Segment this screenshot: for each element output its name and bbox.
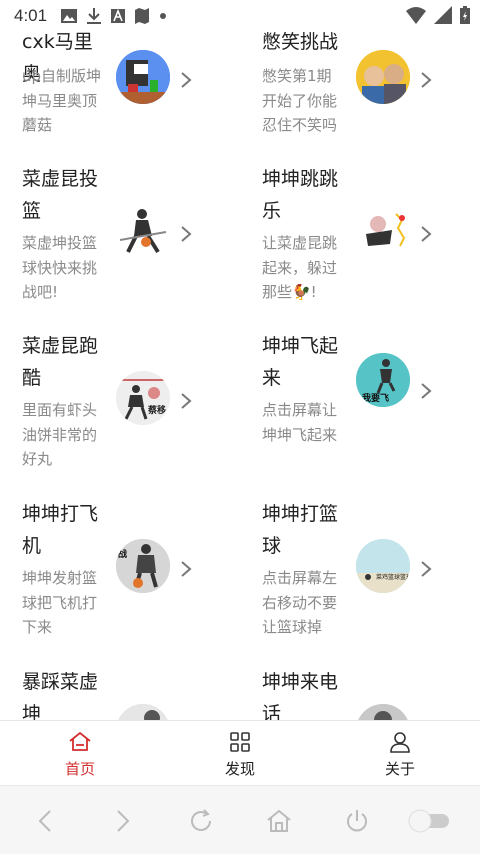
map-icon xyxy=(135,8,150,24)
game-thumbnail: 蔡移 xyxy=(116,371,170,425)
game-title: 坤坤跳跳乐 xyxy=(262,168,339,222)
chevron-right-icon xyxy=(421,72,432,88)
game-thumbnail xyxy=(356,50,410,104)
game-card-play-basketball[interactable]: 坤坤打篮球 点击屏幕左右移动不要让篮球掉 菜鸡篮球篮球 xyxy=(240,498,480,666)
game-thumbnail: 战 xyxy=(116,539,170,593)
refresh-icon xyxy=(191,809,211,831)
game-title: 坤坤飞起来 xyxy=(262,335,339,389)
power-icon xyxy=(347,810,367,832)
game-description: 坤坤发射篮球把飞机打下来 xyxy=(22,569,98,636)
chevron-right-icon xyxy=(181,393,192,409)
game-description: 让菜虚昆跳起来，躲过那些🐓! xyxy=(262,234,338,301)
app-a-icon xyxy=(111,9,126,23)
game-description: up自制版坤坤马里奥顶蘑菇 xyxy=(22,67,102,134)
thumbnail-caption: 蔡移 xyxy=(147,404,166,416)
back-icon xyxy=(38,810,51,832)
game-thumbnail xyxy=(356,704,410,720)
game-thumbnail xyxy=(116,704,170,720)
chevron-right-icon xyxy=(181,561,192,577)
game-description: 菜虚坤投篮球快快来挑战吧! xyxy=(22,234,98,301)
browser-nav-bar xyxy=(0,785,480,854)
chevron-right-icon xyxy=(421,226,432,242)
toggle-icon xyxy=(408,809,449,833)
back-button[interactable] xyxy=(30,806,60,836)
thumbnail-caption: 我要飞 xyxy=(362,392,389,404)
game-card-jump[interactable]: 坤坤跳跳乐 让菜虚昆跳起来，躲过那些🐓! xyxy=(240,163,480,331)
person-icon xyxy=(390,732,410,753)
game-card-fly[interactable]: 坤坤飞起来 点击屏幕让坤坤飞起来 我要飞 xyxy=(240,330,480,498)
notification-dot-icon xyxy=(160,13,167,19)
chevron-right-icon xyxy=(181,226,192,242)
game-card-shoot-plane[interactable]: 坤坤打飞机 坤坤发射篮球把飞机打下来 战 xyxy=(0,498,240,666)
game-description: 点击屏幕让坤坤飞起来 xyxy=(262,401,338,444)
game-title: 坤坤打飞机 xyxy=(22,503,99,557)
home-icon xyxy=(267,809,291,832)
game-card-parkour[interactable]: 菜虚昆跑酷 里面有虾头油饼非常的好丸 蔡移 xyxy=(0,330,240,498)
forward-icon xyxy=(117,810,130,832)
chevron-right-icon xyxy=(421,383,432,399)
bottom-tab-bar: 首页 发现 关于 xyxy=(0,721,480,784)
game-title: 暴踩菜虚坤 xyxy=(22,671,99,720)
game-description: 憋笑第1期开始了你能忍住不笑吗 xyxy=(262,67,338,134)
power-button[interactable] xyxy=(342,806,372,836)
game-description: 里面有虾头油饼非常的好丸 xyxy=(22,401,98,468)
image-icon xyxy=(61,9,78,23)
game-thumbnail xyxy=(116,204,170,258)
thumbnail-caption: 战 xyxy=(118,548,127,560)
signal-icon xyxy=(434,6,452,24)
game-thumbnail xyxy=(356,204,410,258)
game-card-shoot-basket[interactable]: 菜虚昆投篮 菜虚坤投篮球快快来挑战吧! xyxy=(0,163,240,331)
status-time: 4:01 xyxy=(14,6,48,25)
game-thumbnail xyxy=(116,50,170,104)
game-description: 点击屏幕左右移动不要让篮球掉 xyxy=(262,569,338,636)
chevron-right-icon xyxy=(181,72,192,88)
game-title: 菜虚昆投篮 xyxy=(22,168,99,222)
toggle-switch[interactable] xyxy=(406,806,454,836)
chevron-right-icon xyxy=(421,561,432,577)
thumbnail-caption: 菜鸡篮球篮球 xyxy=(376,573,410,581)
tab-label: 关于 xyxy=(384,760,415,778)
grid-icon xyxy=(230,732,250,752)
game-title: 坤坤来电话 xyxy=(262,671,339,720)
status-bar: 4:01 xyxy=(0,0,480,32)
battery-icon xyxy=(460,6,470,24)
tab-label: 发现 xyxy=(224,760,255,778)
home-button[interactable] xyxy=(264,806,294,836)
tab-home[interactable]: 首页 xyxy=(0,721,160,784)
game-title: 坤坤打篮球 xyxy=(262,503,339,557)
wifi-icon xyxy=(406,7,426,24)
refresh-button[interactable] xyxy=(186,806,216,836)
game-thumbnail: 我要飞 xyxy=(356,353,410,407)
game-title: 菜虚昆跑酷 xyxy=(22,335,99,389)
download-icon xyxy=(87,8,102,24)
tab-discover[interactable]: 发现 xyxy=(160,721,320,784)
forward-button[interactable] xyxy=(108,806,138,836)
game-card-stomp[interactable]: 暴踩菜虚坤 xyxy=(0,666,240,720)
game-thumbnail: 菜鸡篮球篮球 xyxy=(356,539,410,593)
game-list: cxk马里奥 up自制版坤坤马里奥顶蘑菇 憋笑挑战 憋笑第1期开始了你能忍住不笑… xyxy=(0,0,480,720)
game-card-phone-call[interactable]: 坤坤来电话 xyxy=(240,666,480,720)
tab-label: 首页 xyxy=(64,760,95,778)
home-icon xyxy=(69,731,91,751)
tab-about[interactable]: 关于 xyxy=(320,721,480,784)
